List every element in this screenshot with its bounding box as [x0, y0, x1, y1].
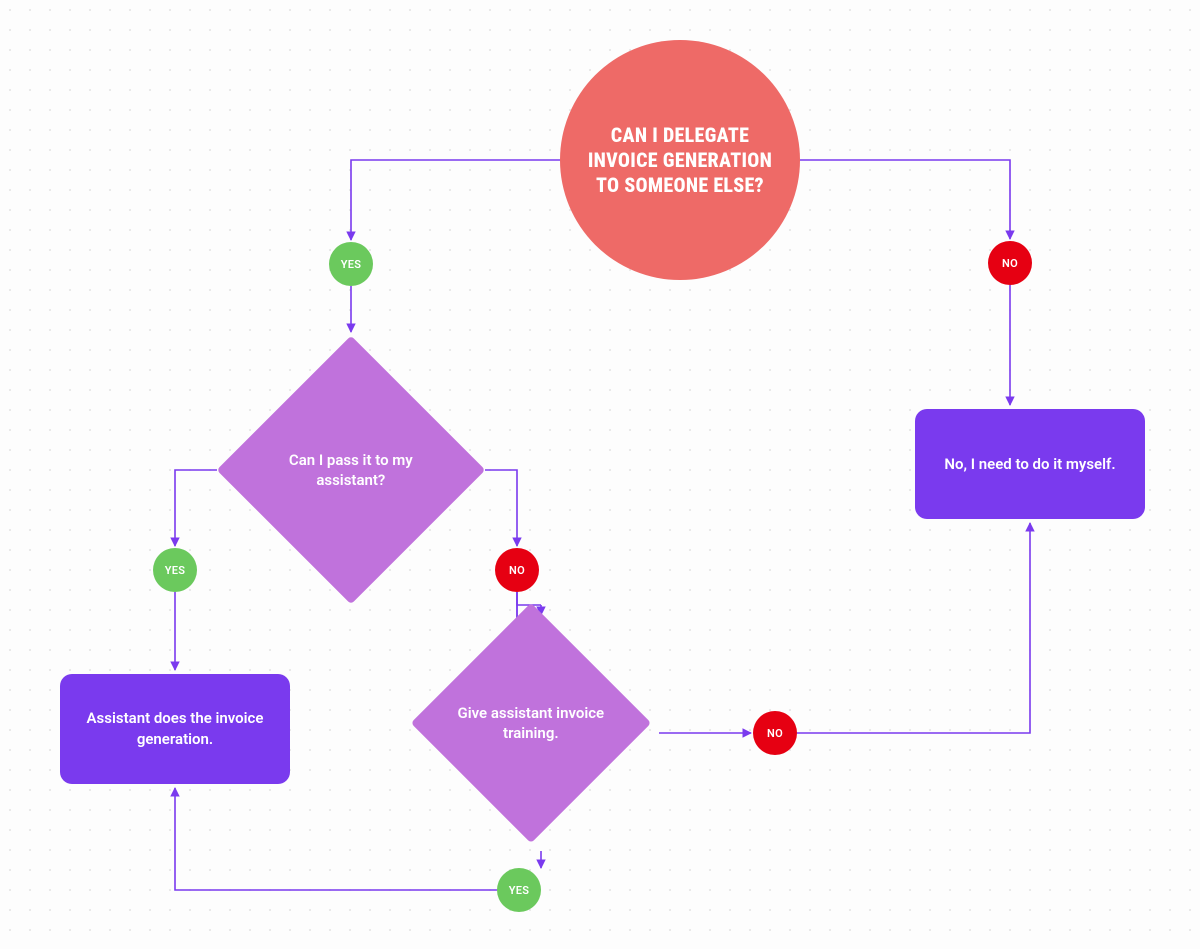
no-from-training-label: NO [767, 727, 783, 740]
no-from-assistant-label: NO [509, 564, 525, 577]
start-node: CAN I DELEGATE INVOICE GENERATION TO SOM… [560, 40, 800, 280]
outcome-assistant: Assistant does the invoice generation. [60, 674, 290, 784]
no-from-training: NO [753, 711, 797, 755]
connectors-layer [0, 0, 1200, 949]
decision-assistant-label: Can I pass it to my assistant? [266, 450, 436, 491]
start-label: CAN I DELEGATE INVOICE GENERATION TO SOM… [580, 123, 780, 198]
no-from-start: NO [988, 241, 1032, 285]
outcome-self-label: No, I need to do it myself. [944, 454, 1115, 475]
decision-training: Give assistant invoice training. [411, 603, 651, 843]
yes-from-assistant-label: YES [165, 564, 186, 577]
yes-from-assistant: YES [153, 548, 197, 592]
yes-from-start-label: YES [341, 258, 362, 271]
no-from-start-label: NO [1002, 257, 1018, 270]
decision-assistant: Can I pass it to my assistant? [217, 336, 486, 605]
yes-from-training: YES [497, 868, 541, 912]
no-from-assistant: NO [495, 548, 539, 592]
decision-training-label: Give assistant invoice training. [451, 703, 611, 744]
yes-from-training-label: YES [509, 884, 530, 897]
flowchart-canvas: CAN I DELEGATE INVOICE GENERATION TO SOM… [0, 0, 1200, 949]
outcome-self: No, I need to do it myself. [915, 409, 1145, 519]
yes-from-start: YES [329, 242, 373, 286]
outcome-assistant-label: Assistant does the invoice generation. [78, 708, 272, 750]
